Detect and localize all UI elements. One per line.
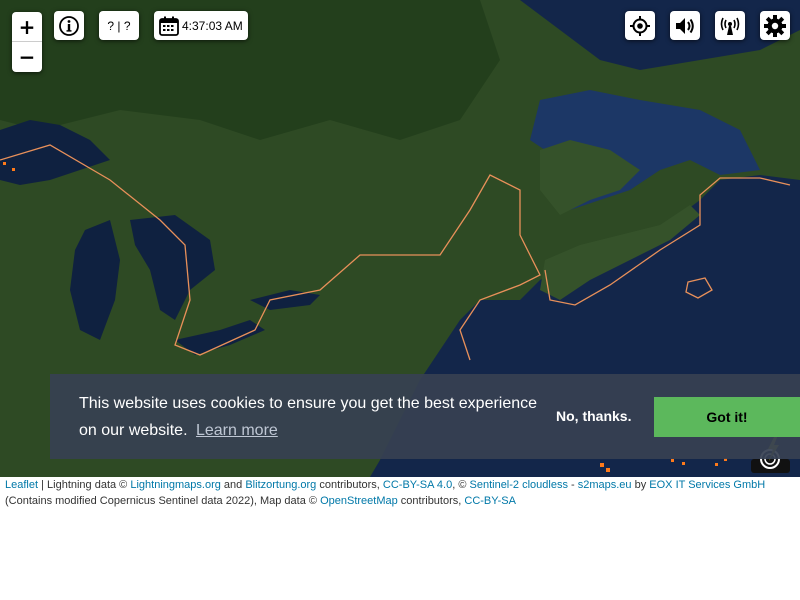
attrib-text: by bbox=[631, 479, 650, 491]
attrib-text: , © bbox=[452, 479, 470, 491]
strike-mark bbox=[12, 168, 15, 171]
clock-button[interactable]: 4:37:03 AM bbox=[154, 11, 248, 40]
gear-icon bbox=[764, 14, 786, 37]
settings-button[interactable] bbox=[760, 11, 790, 40]
attrib-text: Lightning data © bbox=[47, 479, 131, 491]
eox-link[interactable]: EOX IT Services GmbH bbox=[649, 479, 765, 491]
attribution-line-1: Leaflet | Lightning data © Lightningmaps… bbox=[5, 477, 800, 493]
cookie-message: This website uses cookies to ensure you … bbox=[79, 390, 549, 444]
sentinel-link[interactable]: Sentinel-2 cloudless bbox=[470, 479, 568, 491]
attrib-text: (Contains modified Copernicus Sentinel d… bbox=[5, 495, 321, 507]
info-button[interactable] bbox=[54, 11, 84, 40]
learn-more-link[interactable]: Learn more bbox=[196, 422, 278, 439]
blitzortung-link[interactable]: Blitzortung.org bbox=[245, 479, 316, 491]
attrib-text: and bbox=[220, 479, 246, 491]
sound-button[interactable] bbox=[670, 11, 700, 40]
attrib-text: contributors, bbox=[397, 495, 465, 507]
cookie-banner: This website uses cookies to ensure you … bbox=[50, 374, 800, 459]
clock-time: 4:37:03 AM bbox=[182, 18, 243, 33]
attribution-line-2: (Contains modified Copernicus Sentinel d… bbox=[5, 493, 800, 509]
strike-mark bbox=[715, 463, 718, 466]
zoom-control: + − bbox=[12, 12, 42, 72]
accept-cookies-button[interactable]: Got it! bbox=[654, 397, 800, 437]
strike-mark bbox=[671, 459, 674, 462]
strike-mark bbox=[682, 462, 685, 465]
zoom-out-button[interactable]: − bbox=[12, 42, 42, 72]
calendar-icon bbox=[159, 16, 179, 36]
osm-link[interactable]: OpenStreetMap bbox=[320, 495, 398, 507]
cookie-message-text: This website uses cookies to ensure you … bbox=[79, 395, 538, 439]
leaflet-link[interactable]: Leaflet bbox=[5, 479, 38, 491]
stations-button[interactable] bbox=[715, 11, 745, 40]
cc-by-sa-link[interactable]: CC-BY-SA bbox=[464, 495, 516, 507]
locate-button[interactable] bbox=[625, 11, 655, 40]
antenna-icon bbox=[720, 17, 740, 35]
strike-mark bbox=[600, 463, 604, 467]
attribution-bar: Leaflet | Lightning data © Lightningmaps… bbox=[0, 477, 800, 510]
strike-mark bbox=[606, 468, 610, 472]
speaker-icon bbox=[676, 17, 694, 34]
attrib-text: | bbox=[38, 479, 48, 491]
border-pei bbox=[685, 277, 713, 299]
strike-mark bbox=[3, 162, 6, 165]
locate-icon bbox=[630, 15, 650, 36]
attrib-text: - bbox=[567, 479, 578, 491]
s2maps-link[interactable]: s2maps.eu bbox=[578, 479, 632, 491]
zoom-in-button[interactable]: + bbox=[12, 12, 42, 42]
strike-stats-label: ? | ? bbox=[107, 18, 131, 33]
attrib-text: contributors, bbox=[316, 479, 383, 491]
strike-stats-button[interactable]: ? | ? bbox=[99, 11, 139, 40]
cc-by-sa-40-link[interactable]: CC-BY-SA 4.0 bbox=[383, 479, 452, 491]
lightningmaps-link[interactable]: Lightningmaps.org bbox=[130, 479, 221, 491]
info-icon bbox=[59, 15, 79, 36]
decline-cookies-button[interactable]: No, thanks. bbox=[556, 408, 631, 424]
